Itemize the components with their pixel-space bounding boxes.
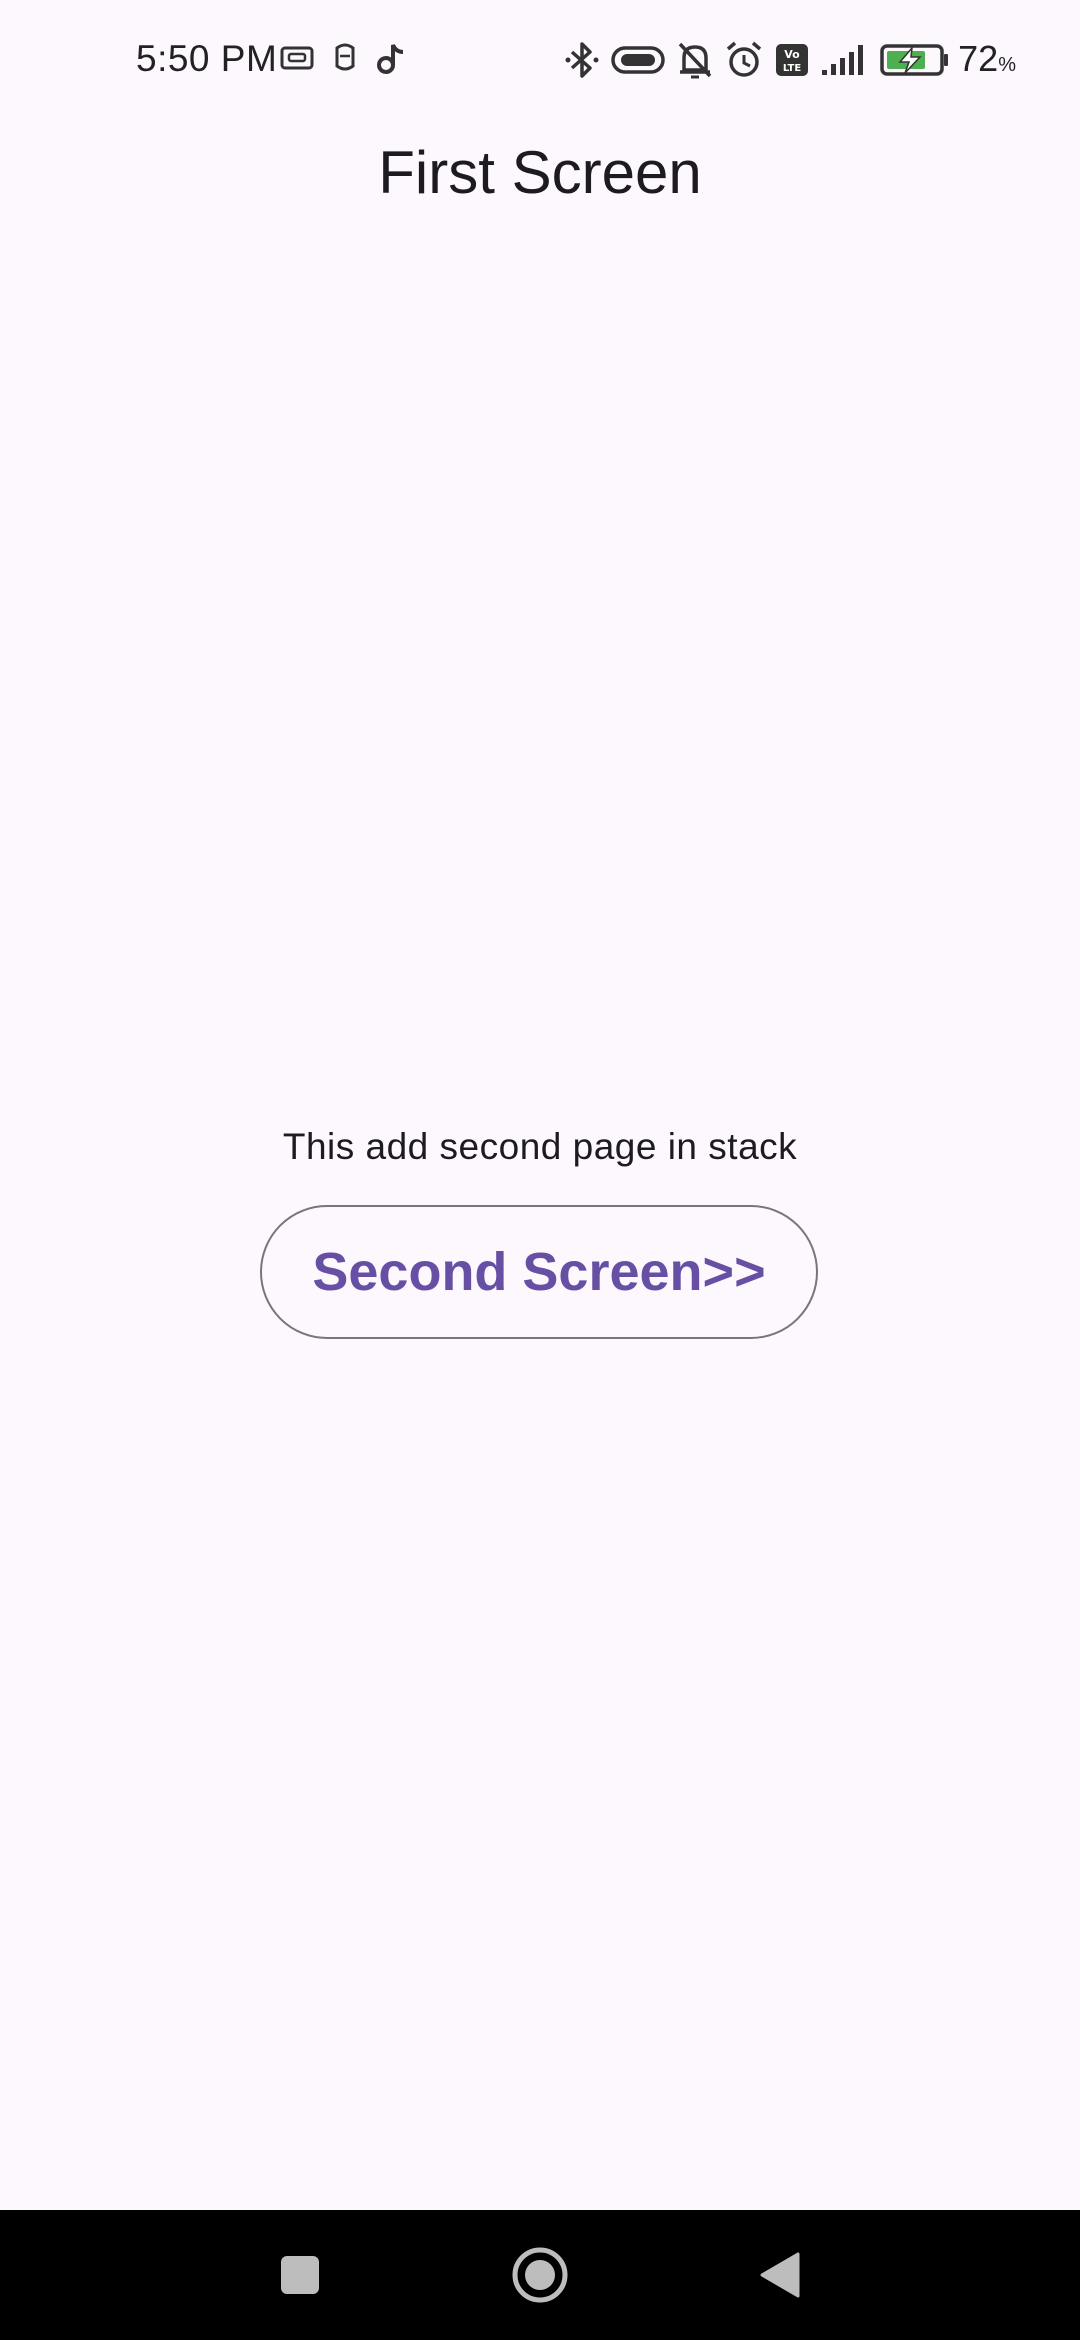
home-icon xyxy=(511,2246,569,2304)
back-icon xyxy=(758,2251,802,2299)
home-button[interactable] xyxy=(500,2210,580,2340)
navigation-bar xyxy=(0,2210,1080,2340)
page-title: First Screen xyxy=(378,139,702,206)
signal-icon xyxy=(820,43,870,77)
cast-icon xyxy=(280,43,314,73)
back-button[interactable] xyxy=(740,2210,820,2340)
tiktok-icon xyxy=(376,42,406,74)
status-left-icons xyxy=(280,42,406,74)
bluetooth-icon xyxy=(564,41,600,79)
battery-charging-icon xyxy=(880,43,950,77)
second-screen-button[interactable]: Second Screen>> xyxy=(260,1205,818,1339)
battery-value: 72 xyxy=(958,38,999,79)
vibrate-icon xyxy=(610,44,666,76)
battery-percentage: 72% xyxy=(958,38,1016,80)
battery-unit: % xyxy=(998,54,1016,76)
mute-icon xyxy=(676,40,714,80)
volte-icon: Vo LTE xyxy=(774,42,810,78)
status-bar: 5:50 PM Vo LTE 72% xyxy=(0,0,1080,124)
status-right-icons: Vo LTE xyxy=(564,40,950,80)
alarm-icon xyxy=(724,40,764,80)
svg-text:Vo: Vo xyxy=(784,48,800,61)
recents-icon xyxy=(279,2254,321,2296)
status-time: 5:50 PM xyxy=(136,38,278,79)
notification-app-icon xyxy=(332,42,358,74)
svg-text:LTE: LTE xyxy=(783,63,802,74)
description-text: This add second page in stack xyxy=(282,1126,798,1167)
recents-button[interactable] xyxy=(260,2210,340,2340)
